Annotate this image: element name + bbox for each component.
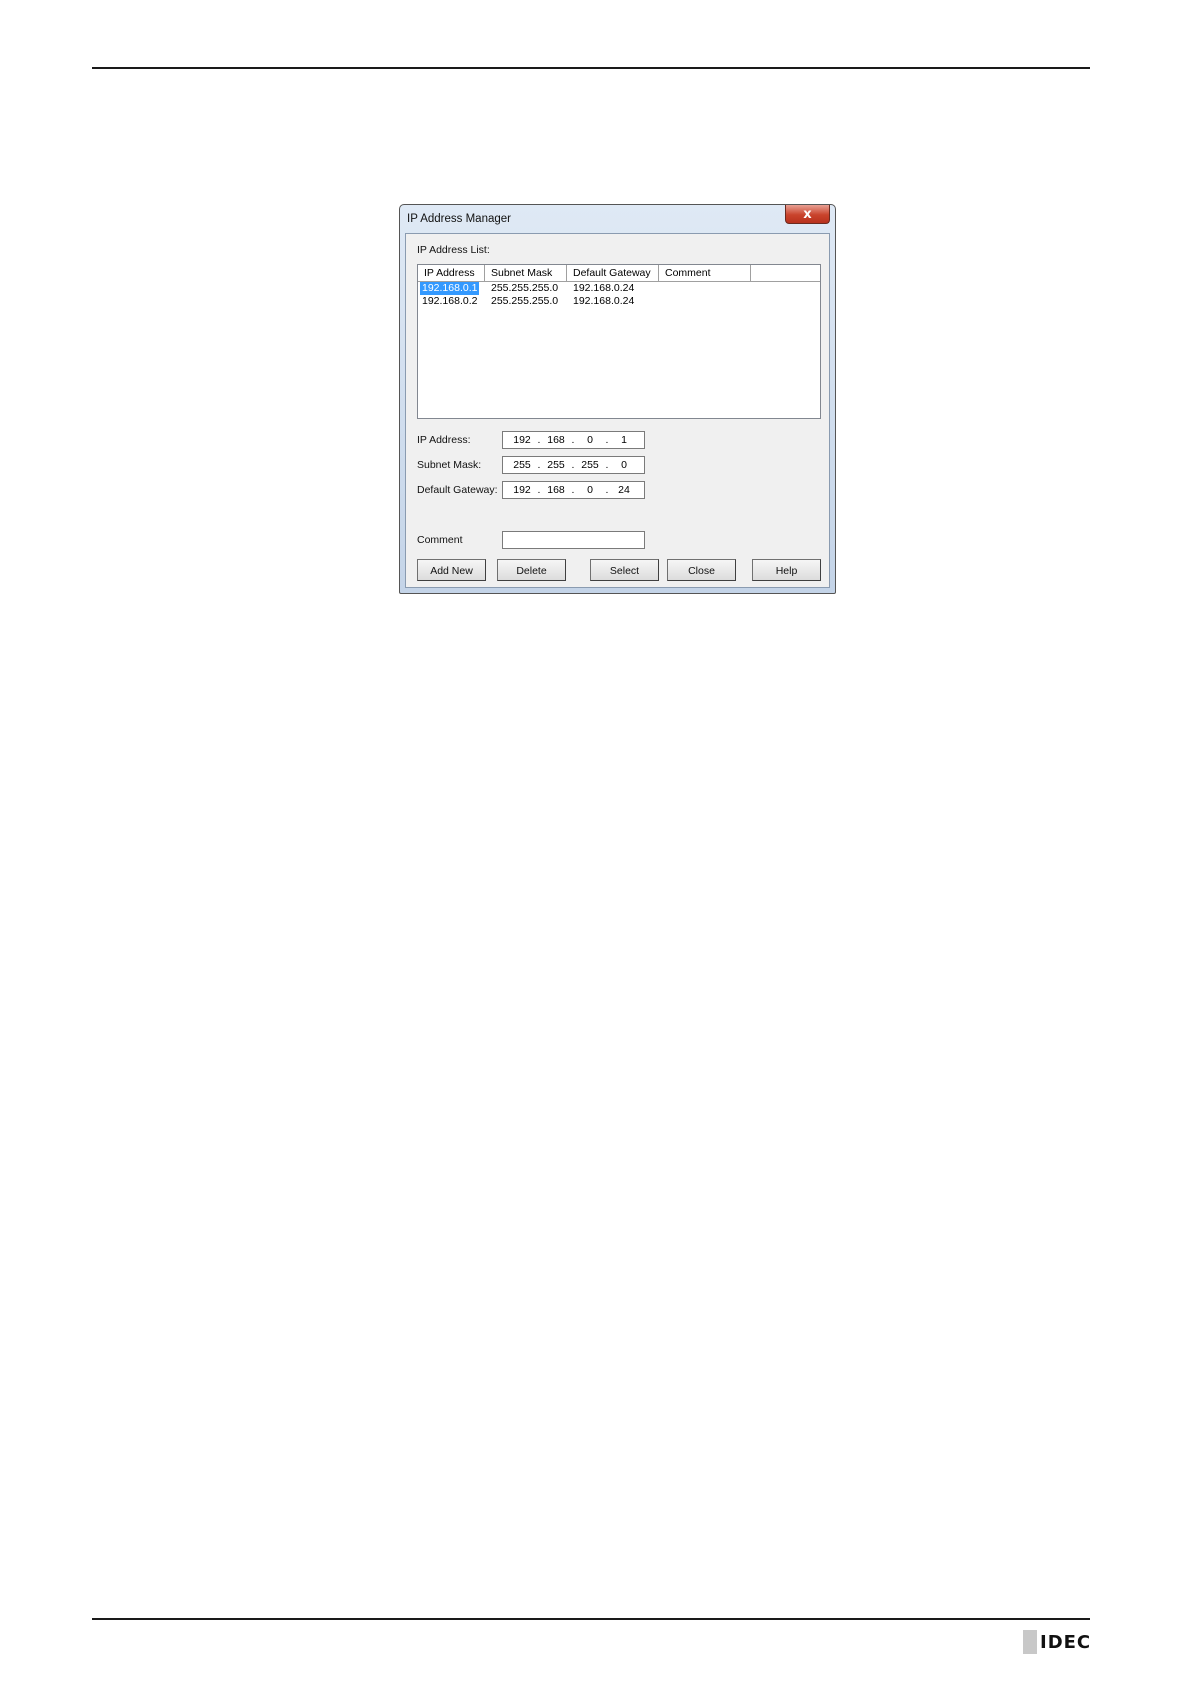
list-item[interactable]: 192.168.0.2 255.255.255.0 192.168.0.24 — [418, 295, 820, 308]
comment-input[interactable] — [502, 531, 645, 549]
idec-logo: IDEC — [1023, 1630, 1091, 1654]
gateway-octet-1[interactable]: 192 — [508, 482, 536, 498]
ip-octet-2[interactable]: 168 — [542, 432, 570, 448]
list-header: IP Address Subnet Mask Default Gateway C… — [418, 265, 820, 282]
ip-octet-3[interactable]: 0 — [576, 432, 604, 448]
ip-address-list-label: IP Address List: — [417, 244, 490, 256]
default-gateway-input[interactable]: 192 . 168 . 0 . 24 — [502, 481, 645, 499]
close-icon: x — [803, 206, 812, 222]
ip-address-label: IP Address: — [417, 434, 471, 446]
comment-label: Comment — [417, 534, 463, 546]
dialog-client-area: IP Address List: IP Address Subnet Mask … — [405, 233, 830, 588]
help-button[interactable]: Help — [752, 559, 821, 581]
list-item-mask: 255.255.255.0 — [491, 282, 559, 294]
logo-text: IDEC — [1040, 1631, 1092, 1653]
mask-octet-1[interactable]: 255 — [508, 457, 536, 473]
list-item-ip: 192.168.0.2 — [422, 295, 478, 307]
column-header-subnet-mask[interactable]: Subnet Mask — [485, 265, 567, 281]
ip-address-input[interactable]: 192 . 168 . 0 . 1 — [502, 431, 645, 449]
list-item[interactable]: 192.168.0.1 255.255.255.0 192.168.0.24 — [418, 282, 820, 295]
title-bar[interactable]: IP Address Manager x — [400, 205, 835, 233]
subnet-mask-label: Subnet Mask: — [417, 459, 482, 471]
ip-address-manager-dialog: IP Address Manager x IP Address List: IP… — [399, 204, 836, 594]
gateway-octet-2[interactable]: 168 — [542, 482, 570, 498]
header-rule — [92, 67, 1090, 69]
list-item-mask: 255.255.255.0 — [491, 295, 559, 307]
ip-octet-4[interactable]: 1 — [610, 432, 638, 448]
column-header-comment[interactable]: Comment — [659, 265, 751, 281]
select-button[interactable]: Select — [590, 559, 659, 581]
mask-octet-3[interactable]: 255 — [576, 457, 604, 473]
logo-mark-icon — [1023, 1630, 1037, 1654]
subnet-mask-input[interactable]: 255 . 255 . 255 . 0 — [502, 456, 645, 474]
column-header-ip-address[interactable]: IP Address — [418, 265, 485, 281]
list-item-ip: 192.168.0.1 — [420, 282, 480, 295]
delete-button[interactable]: Delete — [497, 559, 566, 581]
mask-octet-4[interactable]: 0 — [610, 457, 638, 473]
list-item-gateway: 192.168.0.24 — [573, 295, 635, 307]
add-new-button[interactable]: Add New — [417, 559, 486, 581]
close-window-button[interactable]: x — [785, 205, 830, 224]
ip-octet-1[interactable]: 192 — [508, 432, 536, 448]
column-header-default-gateway[interactable]: Default Gateway — [567, 265, 659, 281]
dialog-title: IP Address Manager — [407, 213, 511, 225]
list-item-gateway: 192.168.0.24 — [573, 282, 635, 294]
default-gateway-label: Default Gateway: — [417, 484, 498, 496]
gateway-octet-3[interactable]: 0 — [576, 482, 604, 498]
gateway-octet-4[interactable]: 24 — [610, 482, 638, 498]
footer-rule — [92, 1618, 1090, 1620]
close-button[interactable]: Close — [667, 559, 736, 581]
mask-octet-2[interactable]: 255 — [542, 457, 570, 473]
ip-address-list[interactable]: IP Address Subnet Mask Default Gateway C… — [417, 264, 821, 419]
